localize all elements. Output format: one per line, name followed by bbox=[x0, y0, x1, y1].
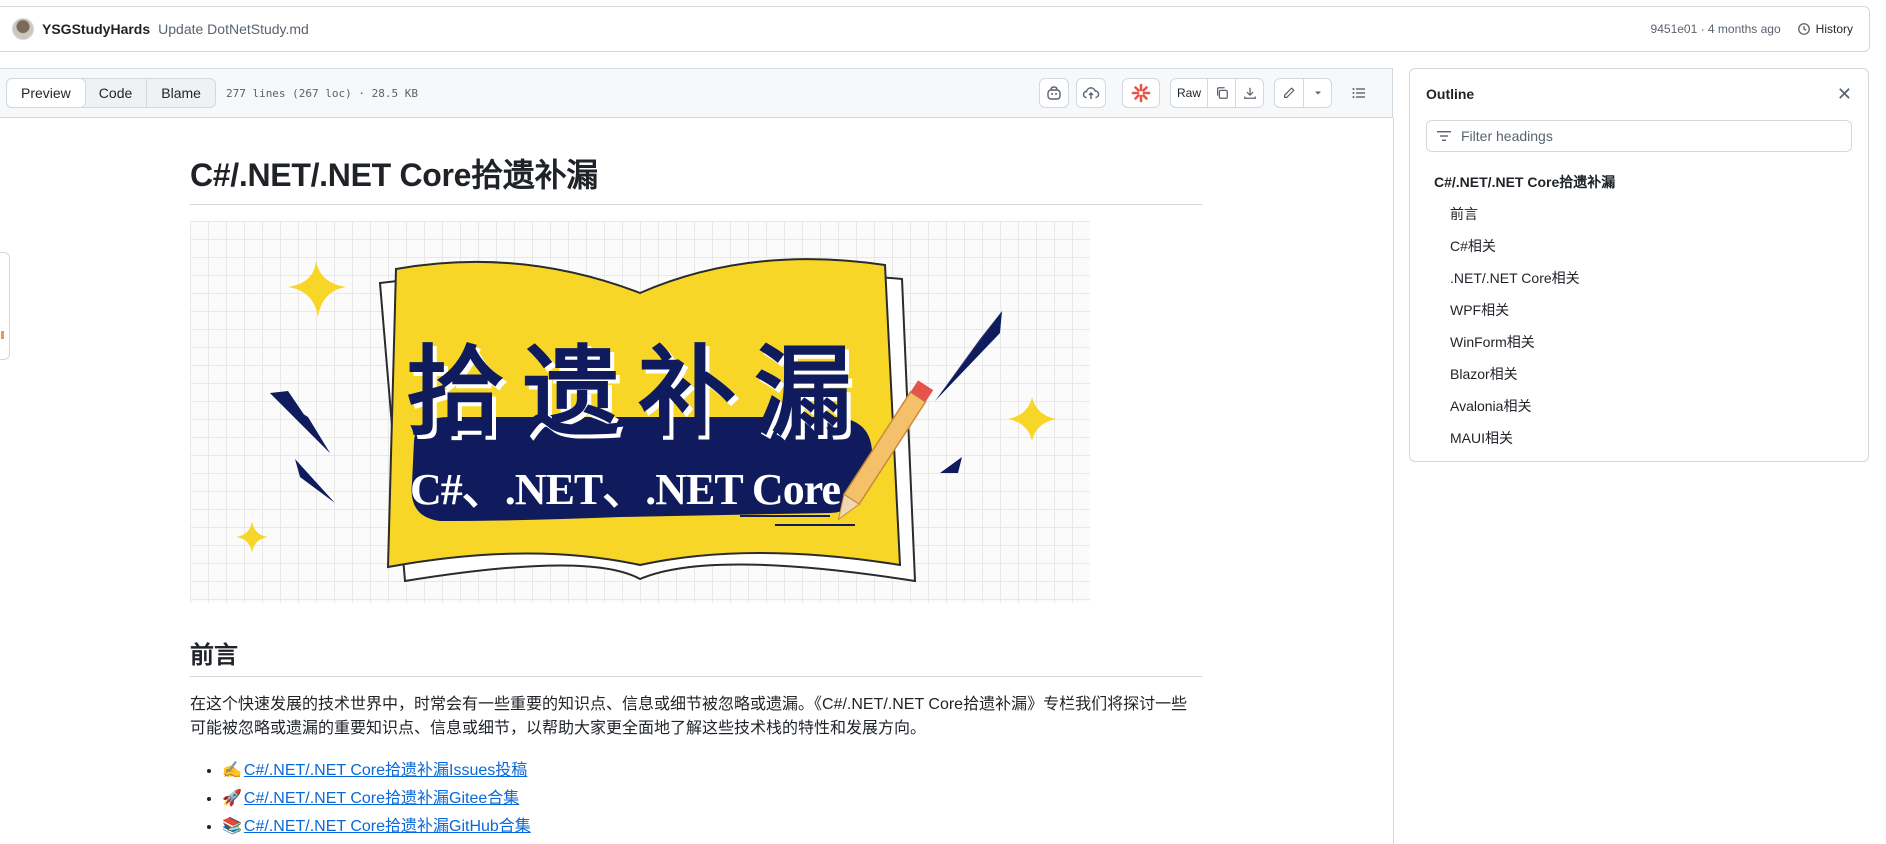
pencil-icon bbox=[1284, 87, 1295, 98]
banner-title: 拾遗补漏 bbox=[406, 340, 871, 448]
list-item: 🚀C#/.NET/.NET Core拾遗补漏Gitee合集 bbox=[222, 785, 1202, 813]
link-list: ✍️C#/.NET/.NET Core拾遗补漏Issues投稿 🚀C#/.NET… bbox=[190, 757, 1202, 841]
outline-item[interactable]: MAUI相关 bbox=[1410, 422, 1868, 454]
commit-bar: YSGStudyHards Update DotNetStudy.md 9451… bbox=[0, 6, 1870, 52]
sparkle-icon bbox=[1131, 83, 1151, 103]
close-icon[interactable]: ✕ bbox=[1837, 85, 1852, 103]
commit-author[interactable]: YSGStudyHards bbox=[42, 21, 150, 37]
chevron-down-icon bbox=[1314, 91, 1321, 95]
outline-panel: Outline ✕ Filter headings C#/.NET/.NET C… bbox=[1409, 68, 1869, 462]
history-button[interactable]: History bbox=[1797, 22, 1853, 36]
commit-sha-time[interactable]: 9451e01 · 4 months ago bbox=[1651, 22, 1781, 36]
outline-item[interactable]: Blazor相关 bbox=[1410, 358, 1868, 390]
filter-icon bbox=[1437, 131, 1451, 141]
copy-icon bbox=[1216, 87, 1228, 99]
raw-button[interactable]: Raw bbox=[1171, 79, 1207, 107]
link-github[interactable]: C#/.NET/.NET Core拾遗补漏GitHub合集 bbox=[244, 818, 531, 835]
banner-subtitle: C#、.NET、.NET Core bbox=[410, 465, 841, 514]
banner-image: 拾遗补漏 C#、.NET、.NET Core bbox=[190, 221, 1090, 603]
history-label: History bbox=[1815, 22, 1853, 36]
codespaces-button[interactable] bbox=[1075, 78, 1106, 108]
outline-header: Outline ✕ bbox=[1410, 69, 1868, 103]
tab-preview[interactable]: Preview bbox=[6, 78, 86, 108]
outline-list: C#/.NET/.NET Core拾遗补漏 前言 C#相关 .NET/.NET … bbox=[1410, 166, 1868, 454]
sparkle-button[interactable] bbox=[1121, 78, 1160, 108]
toolbar-actions: Raw bbox=[1032, 78, 1392, 108]
books-icon: 📚 bbox=[222, 818, 242, 835]
copilot-button[interactable] bbox=[1038, 78, 1069, 108]
list-item: ✍️C#/.NET/.NET Core拾遗补漏Issues投稿 bbox=[222, 757, 1202, 785]
file-info: 277 lines (267 loc) · 28.5 KB bbox=[225, 86, 419, 100]
history-icon bbox=[1797, 23, 1810, 35]
copilot-icon bbox=[1047, 86, 1061, 100]
cloud-upload-icon bbox=[1082, 87, 1100, 99]
outline-item[interactable]: C#相关 bbox=[1410, 230, 1868, 262]
intro-paragraph: 在这个快速发展的技术世界中，时常会有一些重要的知识点、信息或细节被忽略或遗漏。《… bbox=[190, 696, 1188, 737]
page-title: C#/.NET/.NET Core拾遗补漏 bbox=[190, 150, 1202, 205]
outline-toggle-button[interactable] bbox=[1344, 78, 1374, 108]
outline-item[interactable]: WPF相关 bbox=[1410, 294, 1868, 326]
tab-blame[interactable]: Blame bbox=[146, 79, 215, 107]
link-gitee[interactable]: C#/.NET/.NET Core拾遗补漏Gitee合集 bbox=[244, 790, 519, 807]
markdown-body: C#/.NET/.NET Core拾遗补漏 拾遗补漏 C#、.NET、.NET … bbox=[190, 150, 1202, 841]
edit-group bbox=[1274, 78, 1332, 108]
download-button[interactable] bbox=[1235, 79, 1263, 107]
filter-placeholder: Filter headings bbox=[1461, 128, 1553, 144]
outline-item[interactable]: .NET/.NET Core相关 bbox=[1410, 262, 1868, 294]
filter-headings-input[interactable]: Filter headings bbox=[1426, 120, 1852, 152]
download-icon bbox=[1243, 87, 1256, 99]
list-item: 📚C#/.NET/.NET Core拾遗补漏GitHub合集 bbox=[222, 813, 1202, 841]
view-mode-tabs: Preview Code Blame bbox=[6, 78, 216, 108]
list-icon bbox=[1352, 88, 1365, 98]
commit-message[interactable]: Update DotNetStudy.md bbox=[158, 21, 309, 37]
edit-dropdown-button[interactable] bbox=[1303, 79, 1331, 107]
handle-marker bbox=[1, 331, 4, 339]
raw-copy-download-group: Raw bbox=[1169, 78, 1264, 108]
avatar[interactable] bbox=[12, 18, 34, 40]
file-toolbar: Preview Code Blame 277 lines (267 loc) ·… bbox=[0, 68, 1393, 118]
link-issues[interactable]: C#/.NET/.NET Core拾遗补漏Issues投稿 bbox=[244, 762, 527, 779]
outline-item[interactable]: Avalonia相关 bbox=[1410, 390, 1868, 422]
side-panel-handle[interactable] bbox=[0, 252, 10, 360]
content-divider bbox=[1393, 118, 1394, 844]
outline-item[interactable]: WinForm相关 bbox=[1410, 326, 1868, 358]
copy-button[interactable] bbox=[1207, 79, 1235, 107]
commit-meta: 9451e01 · 4 months ago History bbox=[1651, 22, 1869, 36]
section-heading: 前言 bbox=[190, 635, 1202, 677]
writing-hand-icon: ✍️ bbox=[222, 762, 242, 779]
rocket-icon: 🚀 bbox=[222, 790, 242, 807]
outline-item[interactable]: 前言 bbox=[1410, 198, 1868, 230]
outline-item[interactable]: C#/.NET/.NET Core拾遗补漏 bbox=[1410, 166, 1868, 198]
edit-button[interactable] bbox=[1275, 79, 1303, 107]
tab-code[interactable]: Code bbox=[85, 79, 146, 107]
outline-title: Outline bbox=[1426, 86, 1475, 102]
